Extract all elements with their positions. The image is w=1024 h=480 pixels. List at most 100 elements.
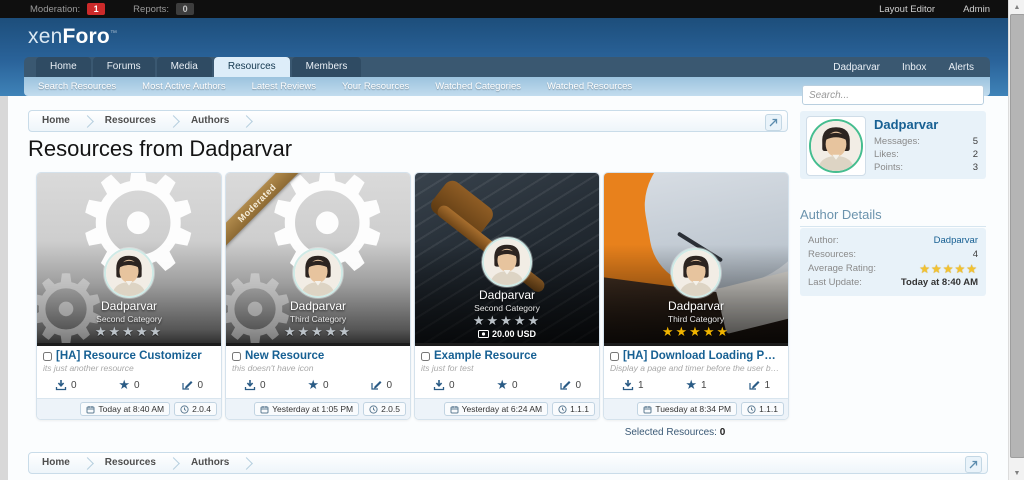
version-chip[interactable]: 2.0.4 bbox=[174, 402, 217, 416]
clock-icon bbox=[747, 405, 756, 414]
nav-inbox-link[interactable]: Inbox bbox=[902, 62, 926, 73]
sidebar-user-card: Dadparvar Messages: 5 Likes: 2 Points: 3 bbox=[800, 111, 986, 179]
date-text: Yesterday at 1:05 PM bbox=[272, 404, 353, 414]
page-title: Resources from Dadparvar bbox=[28, 136, 292, 162]
breadcrumb-home[interactable]: Home bbox=[29, 453, 83, 473]
nav-user-links: Dadparvar Inbox Alerts bbox=[833, 62, 990, 77]
vertical-scrollbar[interactable]: ▲ ▼ bbox=[1008, 0, 1024, 480]
nav-alerts-link[interactable]: Alerts bbox=[948, 62, 974, 73]
subnav-watched-resources[interactable]: Watched Resources bbox=[547, 81, 632, 92]
scrollbar-thumb[interactable] bbox=[1010, 14, 1024, 458]
tab-home[interactable]: Home bbox=[36, 57, 91, 77]
resource-image[interactable]: ⚙ ⚙ Dadparvar Second Category ★★★★★ bbox=[37, 173, 221, 346]
scroll-down-arrow-icon[interactable]: ▼ bbox=[1009, 466, 1024, 480]
subnav-latest-reviews[interactable]: Latest Reviews bbox=[252, 81, 316, 92]
resource-author[interactable]: Dadparvar bbox=[290, 299, 346, 313]
subnav-your-resources[interactable]: Your Resources bbox=[342, 81, 409, 92]
moderation-count-badge[interactable]: 1 bbox=[87, 3, 105, 15]
subnav-most-active-authors[interactable]: Most Active Authors bbox=[142, 81, 225, 92]
arrow-up-right-icon bbox=[769, 118, 778, 127]
price-text: 20.00 USD bbox=[492, 329, 536, 339]
download-icon bbox=[622, 379, 634, 391]
search-input[interactable] bbox=[802, 85, 984, 105]
version-chip[interactable]: 1.1.1 bbox=[741, 402, 784, 416]
layout-editor-link[interactable]: Layout Editor bbox=[879, 4, 935, 15]
review-pencil-icon bbox=[181, 379, 193, 391]
share-page-button[interactable] bbox=[765, 114, 782, 131]
breadcrumb-resources[interactable]: Resources bbox=[92, 111, 169, 131]
resource-author[interactable]: Dadparvar bbox=[101, 299, 157, 313]
date-chip[interactable]: Today at 8:40 AM bbox=[80, 402, 170, 416]
resource-image[interactable]: ⚙ ⚙ Moderated Dadparvar Third Category ★… bbox=[226, 173, 410, 346]
share-page-button[interactable] bbox=[965, 456, 982, 473]
resource-category[interactable]: Third Category bbox=[290, 314, 346, 324]
tab-members[interactable]: Members bbox=[292, 57, 362, 77]
resource-footer: Yesterday at 1:05 PM 2.0.5 bbox=[226, 398, 410, 419]
reports-count-badge[interactable]: 0 bbox=[176, 3, 194, 15]
avatar[interactable] bbox=[482, 237, 532, 287]
avatar[interactable] bbox=[104, 248, 154, 298]
nav-tabs: Home Forums Media Resources Members bbox=[24, 57, 361, 77]
moderation-label[interactable]: Moderation: bbox=[30, 4, 80, 15]
subnav-search-resources[interactable]: Search Resources bbox=[38, 81, 116, 92]
resource-title[interactable]: [HA] Download Loading Page bbox=[623, 350, 782, 362]
author-value[interactable]: Dadparvar bbox=[934, 234, 978, 248]
date-chip[interactable]: Yesterday at 6:24 AM bbox=[444, 402, 549, 416]
avatar[interactable] bbox=[671, 248, 721, 298]
points-value[interactable]: 3 bbox=[973, 162, 978, 173]
admin-link[interactable]: Admin bbox=[963, 4, 990, 15]
ratings-stat: ★ 0 bbox=[307, 379, 328, 391]
resource-identity: Dadparvar Second Category ★★★★★ 20.00 US… bbox=[415, 237, 599, 339]
resource-author[interactable]: Dadparvar bbox=[668, 299, 724, 313]
resource-select-checkbox[interactable] bbox=[610, 352, 619, 361]
version-chip[interactable]: 1.1.1 bbox=[552, 402, 595, 416]
resource-title[interactable]: New Resource bbox=[245, 350, 404, 362]
logo-trademark: ™ bbox=[110, 30, 117, 37]
resource-tagline: this doesn't have icon bbox=[232, 363, 404, 373]
resource-category[interactable]: Second Category bbox=[96, 314, 162, 324]
resource-category[interactable]: Third Category bbox=[668, 314, 724, 324]
downloads-stat: 0 bbox=[433, 379, 455, 391]
calendar-icon bbox=[643, 405, 652, 414]
messages-value[interactable]: 5 bbox=[973, 136, 978, 147]
breadcrumb-authors[interactable]: Authors bbox=[178, 453, 242, 473]
tab-resources[interactable]: Resources bbox=[214, 57, 290, 77]
resource-image[interactable]: Dadparvar Third Category ★★★★★ bbox=[604, 173, 788, 346]
resource-title[interactable]: Example Resource bbox=[434, 350, 593, 362]
avatar[interactable] bbox=[293, 248, 343, 298]
subnav-watched-categories[interactable]: Watched Categories bbox=[435, 81, 521, 92]
messages-label: Messages: bbox=[874, 136, 920, 147]
average-rating-stars: ★★★★★ bbox=[919, 262, 978, 276]
reports-label[interactable]: Reports: bbox=[133, 4, 169, 15]
breadcrumb-home[interactable]: Home bbox=[29, 111, 83, 131]
nav-account-link[interactable]: Dadparvar bbox=[833, 62, 880, 73]
tab-forums[interactable]: Forums bbox=[93, 57, 155, 77]
reviews-count: 0 bbox=[575, 380, 581, 391]
resource-select-checkbox[interactable] bbox=[421, 352, 430, 361]
resource-title[interactable]: [HA] Resource Customizer bbox=[56, 350, 215, 362]
breadcrumb-authors[interactable]: Authors bbox=[178, 111, 242, 131]
breadcrumb-resources[interactable]: Resources bbox=[92, 453, 169, 473]
resource-category[interactable]: Second Category bbox=[474, 303, 540, 313]
version-chip[interactable]: 2.0.5 bbox=[363, 402, 406, 416]
resource-stats: 0 ★ 0 0 bbox=[415, 373, 599, 398]
date-text: Tuesday at 8:34 PM bbox=[655, 404, 731, 414]
date-chip[interactable]: Tuesday at 8:34 PM bbox=[637, 402, 737, 416]
resource-author[interactable]: Dadparvar bbox=[479, 288, 535, 302]
likes-label: Likes: bbox=[874, 149, 899, 160]
avatar[interactable] bbox=[806, 116, 866, 176]
scroll-up-arrow-icon[interactable]: ▲ bbox=[1009, 0, 1024, 14]
sidebar-user-name[interactable]: Dadparvar bbox=[874, 117, 938, 132]
selected-resources-label: Selected Resources: bbox=[625, 427, 717, 438]
tab-media[interactable]: Media bbox=[157, 57, 212, 77]
likes-value[interactable]: 2 bbox=[973, 149, 978, 160]
xenforo-logo[interactable]: xenForo™ bbox=[28, 25, 117, 49]
resource-select-checkbox[interactable] bbox=[43, 352, 52, 361]
price-tag: 20.00 USD bbox=[478, 329, 536, 339]
downloads-stat: 0 bbox=[55, 379, 77, 391]
resource-image[interactable]: Dadparvar Second Category ★★★★★ 20.00 US… bbox=[415, 173, 599, 346]
author-details-heading: Author Details bbox=[800, 207, 986, 227]
review-pencil-icon bbox=[370, 379, 382, 391]
date-chip[interactable]: Yesterday at 1:05 PM bbox=[254, 402, 359, 416]
resource-select-checkbox[interactable] bbox=[232, 352, 241, 361]
